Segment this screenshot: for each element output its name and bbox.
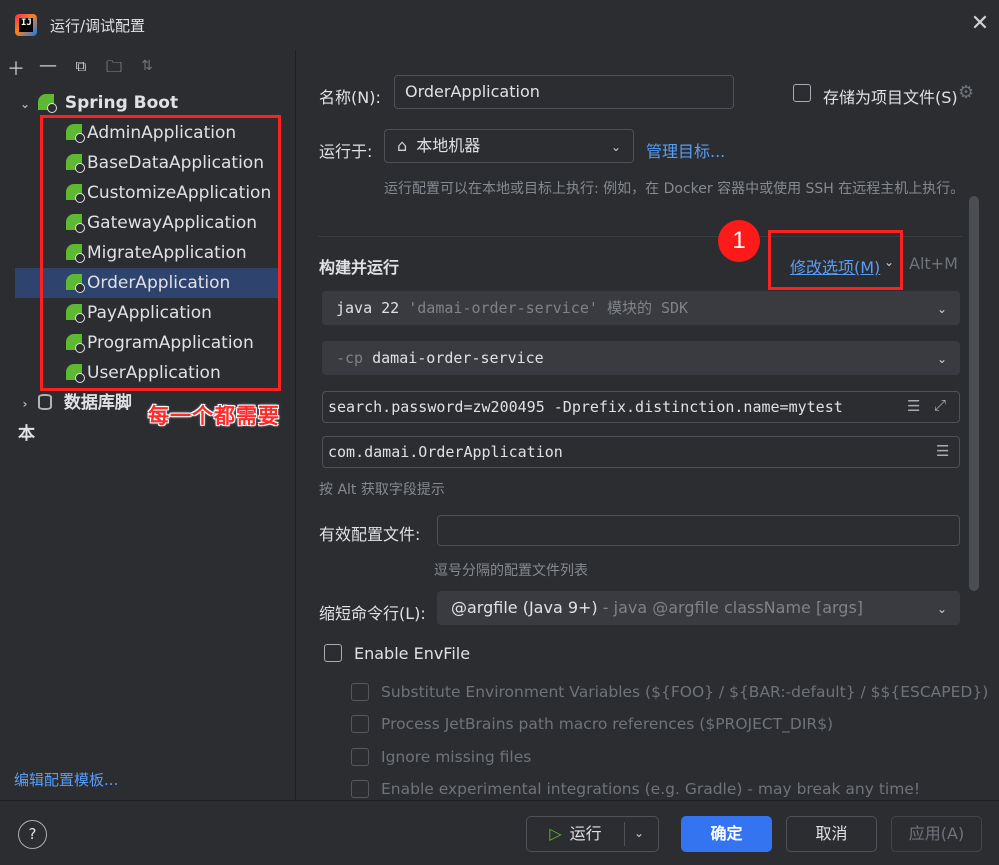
annotation-badge: 1 [718, 220, 760, 262]
env-option-checkbox[interactable] [351, 683, 369, 701]
window-title: 运行/调试配置 [50, 17, 146, 35]
run-on-value: 本地机器 [416, 136, 481, 155]
tree-group-spring-boot[interactable]: ⌄ Spring Boot [0, 88, 296, 118]
apply-button[interactable]: 应用(A) [891, 816, 982, 852]
group-label: Spring Boot [64, 93, 179, 113]
alt-hint: 按 Alt 获取字段提示 [319, 482, 445, 498]
cp-prefix: -cp [336, 349, 364, 367]
expand-icon[interactable]: ⤢ [934, 396, 946, 414]
env-option-label: Substitute Environment Variables (${FOO}… [381, 683, 989, 701]
sort-icon[interactable]: ⇅ [136, 58, 158, 74]
remove-icon[interactable]: — [37, 55, 59, 76]
chevron-down-icon: ⌄ [611, 140, 622, 154]
chevron-right-icon[interactable]: › [18, 389, 32, 419]
name-label: 名称(N): [319, 88, 381, 107]
env-option-label: Enable experimental integrations (e.g. G… [381, 780, 921, 798]
env-option-checkbox[interactable] [351, 748, 369, 766]
run-on-hint: 运行配置可以在本地或目标上执行: 例如，在 Docker 容器中或使用 SSH … [384, 181, 965, 197]
scrollbar[interactable] [969, 196, 979, 591]
jdk-dropdown[interactable]: java 22 'damai-order-service' 模块的 SDK [322, 291, 960, 325]
shorten-desc: - java @argfile className [args] [602, 598, 864, 617]
profiles-input[interactable] [437, 515, 960, 546]
shorten-label: 缩短命令行(L): [319, 604, 426, 623]
name-value: OrderApplication [405, 82, 540, 101]
enable-envfile-label: Enable EnvFile [354, 644, 471, 663]
chevron-down-icon[interactable]: ⌄ [18, 89, 32, 119]
main-class-value: com.damai.OrderApplication [328, 443, 563, 461]
name-input[interactable]: OrderApplication [394, 75, 734, 109]
classpath-dropdown[interactable]: -cp damai-order-service [322, 341, 960, 375]
store-as-project-label: 存储为项目文件(S) [823, 88, 958, 107]
home-icon: ⌂ [397, 136, 408, 155]
vm-options-input[interactable]: search.password=zw200495 -Dprefix.distin… [322, 391, 960, 423]
new-folder-icon[interactable]: 🗀 [103, 56, 125, 83]
run-label: 运行 [569, 824, 602, 843]
intellij-app-icon: IJ [15, 14, 37, 36]
main-class-input[interactable]: com.damai.OrderApplication [322, 436, 960, 468]
cancel-button[interactable]: 取消 [786, 816, 877, 852]
copy-icon[interactable]: ⧉ [70, 57, 92, 75]
jdk-suffix: 模块的 SDK [606, 299, 689, 317]
store-as-project-checkbox[interactable] [793, 84, 811, 102]
run-on-dropdown[interactable]: ⌂ 本地机器 [384, 129, 634, 163]
jdk-module: 'damai-order-service' [408, 299, 598, 317]
vm-options-value: search.password=zw200495 -Dprefix.distin… [328, 398, 843, 416]
chevron-down-icon: ⌄ [937, 352, 948, 366]
chevron-down-icon: ⌄ [937, 602, 948, 616]
chevron-down-icon: ⌄ [937, 302, 948, 316]
spring-boot-icon [37, 94, 57, 113]
shorten-dropdown[interactable]: @argfile (Java 9+) - java @argfile class… [437, 591, 960, 625]
annotation-note: 每一个都需要 [148, 404, 280, 428]
profiles-hint: 逗号分隔的配置文件列表 [434, 563, 588, 579]
env-option-label: Ignore missing files [381, 748, 532, 766]
title-bar [0, 0, 999, 50]
annotation-red-box [40, 115, 281, 391]
edit-templates-link[interactable]: 编辑配置模板... [14, 769, 118, 790]
help-icon[interactable]: ? [18, 820, 47, 849]
close-icon[interactable]: ✕ [968, 12, 992, 36]
database-icon [37, 394, 52, 410]
gear-icon[interactable]: ⚙ [958, 82, 974, 103]
profiles-label: 有效配置文件: [319, 525, 421, 544]
manage-targets-link[interactable]: 管理目标... [646, 138, 725, 162]
list-icon[interactable]: ☰ [907, 397, 920, 415]
modify-options-link[interactable]: 修改选项(M) [790, 254, 880, 278]
env-option-checkbox[interactable] [351, 715, 369, 733]
env-option-checkbox[interactable] [351, 780, 369, 798]
cp-value: damai-order-service [372, 349, 544, 367]
add-icon[interactable]: ＋ [5, 55, 27, 81]
ok-button[interactable]: 确定 [681, 816, 772, 852]
chevron-down-icon: ⌄ [884, 255, 895, 269]
tree-group-database-scripts[interactable]: › 数据库脚本 [0, 388, 140, 444]
modify-shortcut: Alt+M [909, 254, 958, 273]
enable-envfile-checkbox[interactable] [324, 644, 342, 662]
run-icon: ▷ [549, 824, 562, 843]
list-icon[interactable]: ☰ [936, 442, 949, 460]
split-divider [624, 822, 625, 846]
env-option-label: Process JetBrains path macro references … [381, 715, 834, 733]
shorten-value: @argfile (Java 9+) [451, 598, 598, 617]
chevron-down-icon[interactable]: ⌄ [634, 826, 644, 840]
build-run-title: 构建并运行 [319, 258, 400, 277]
jdk-version: java 22 [336, 299, 400, 317]
run-on-label: 运行于: [319, 142, 373, 161]
